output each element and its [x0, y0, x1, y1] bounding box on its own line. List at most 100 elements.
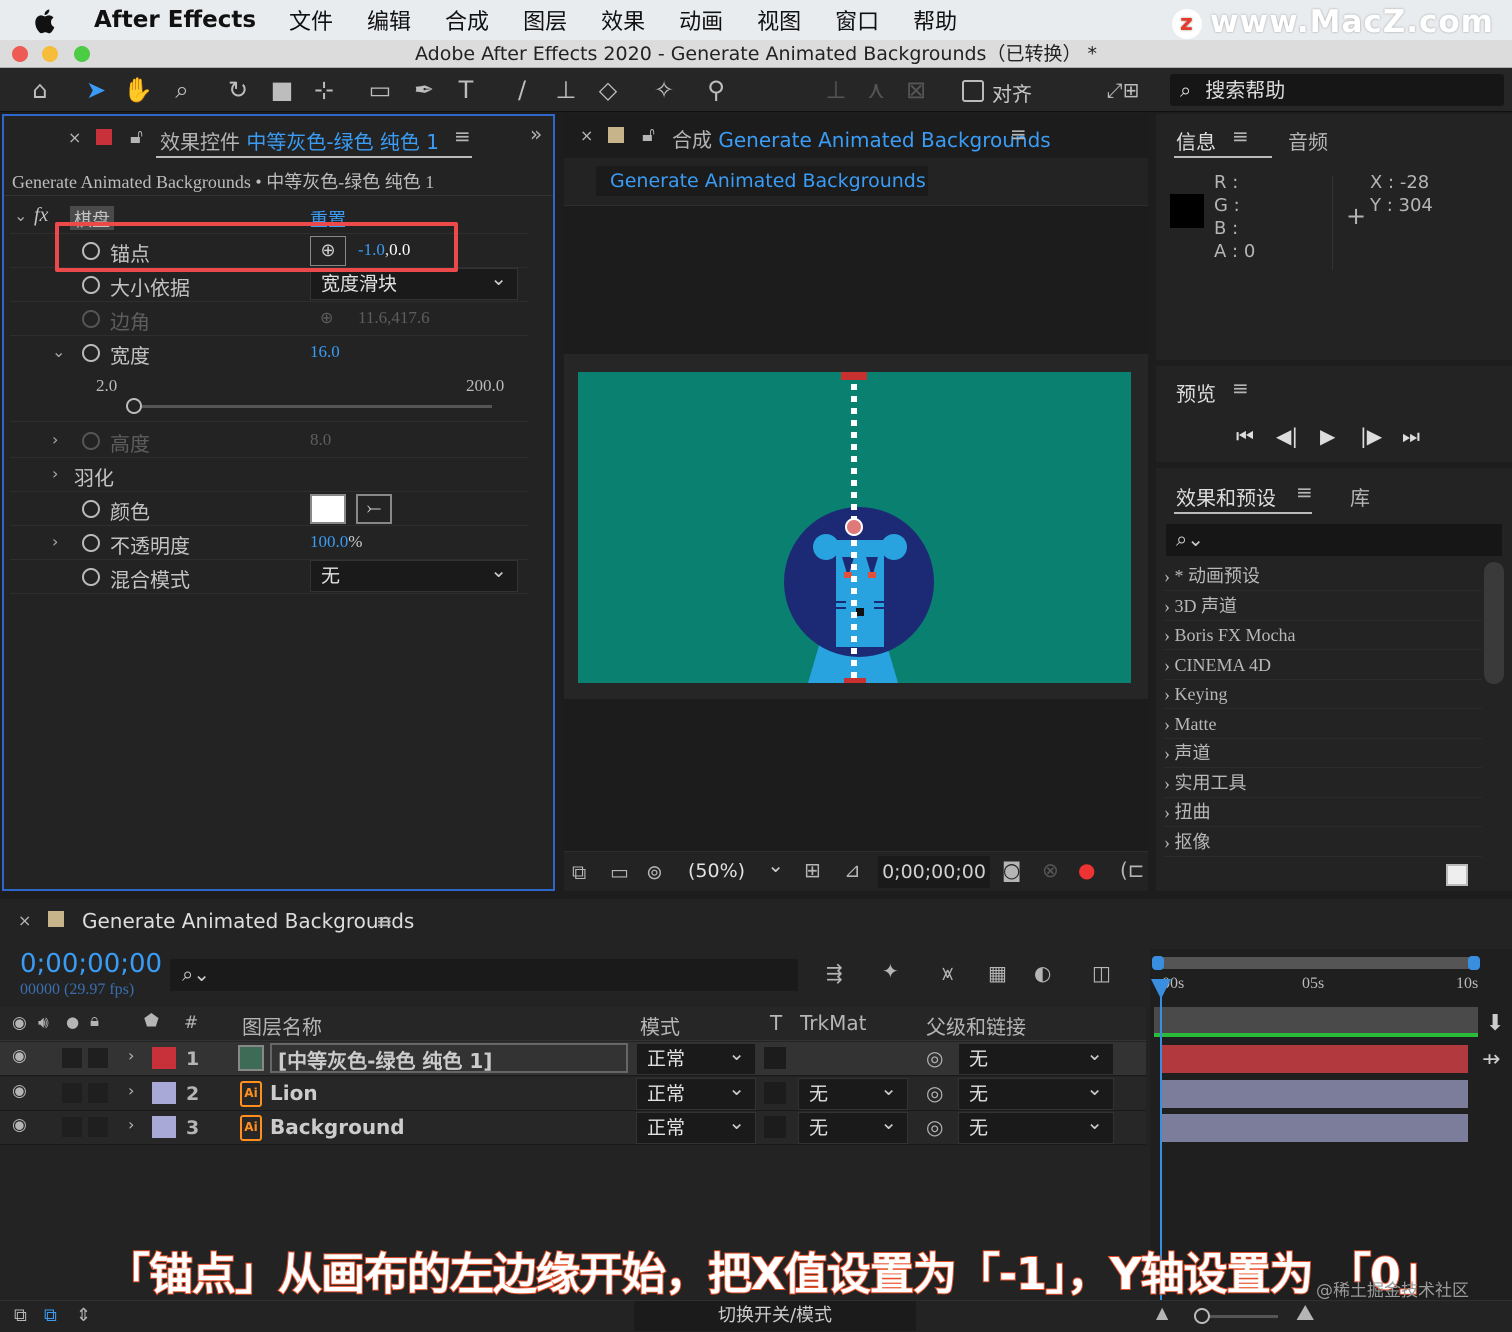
hand-tool-icon[interactable]: ✋ — [122, 74, 154, 106]
minimize-window-button[interactable] — [42, 46, 58, 62]
solo-toggle[interactable] — [62, 1082, 82, 1103]
scrollbar-thumb[interactable] — [1484, 562, 1504, 684]
stopwatch-icon[interactable] — [82, 500, 100, 518]
close-panel-icon[interactable]: × — [580, 126, 593, 145]
panel-menu-icon[interactable]: ≡ — [1010, 122, 1027, 146]
expand-chevron-icon[interactable]: › — [1164, 596, 1175, 616]
effects-category-item[interactable]: › Keying — [1164, 680, 1482, 709]
transfer-controls-icon[interactable]: ⧉ — [44, 1305, 57, 1326]
collapse-width-icon[interactable]: ⌄ — [52, 342, 65, 361]
label-header-icon[interactable]: ⬟ — [144, 1011, 159, 1031]
expand-panels-icon[interactable]: » — [530, 122, 542, 146]
effects-category-item[interactable]: › * 动画预设 — [1164, 562, 1482, 591]
layer-mode-dropdown[interactable]: 正常 — [636, 1038, 756, 1075]
effects-presets-tab[interactable]: 效果和预设 — [1176, 482, 1276, 511]
menu-layer[interactable]: 图层 — [523, 4, 567, 36]
panel-menu-icon[interactable]: ≡ — [376, 909, 393, 933]
panel-menu-icon[interactable]: ≡ — [454, 124, 471, 148]
pickwhip-icon[interactable]: ◎ — [926, 1081, 943, 1105]
work-area-bar[interactable] — [1154, 957, 1476, 969]
visibility-eye-icon[interactable]: ◉ — [12, 1081, 27, 1101]
home-icon[interactable]: ⌂ — [24, 74, 56, 106]
comp-canvas[interactable] — [578, 372, 1131, 683]
timeline-timecode[interactable]: 0;00;00;00 — [20, 949, 162, 979]
expand-chevron-icon[interactable]: › — [1164, 566, 1175, 586]
parent-dropdown[interactable]: 无 — [958, 1107, 1114, 1144]
collapse-effect-icon[interactable]: ⌄ — [14, 206, 27, 225]
menu-effect[interactable]: 效果 — [601, 4, 645, 36]
trkmat-dropdown[interactable]: 无 — [798, 1107, 908, 1144]
expand-chevron-icon[interactable]: › — [1164, 802, 1175, 822]
expand-chevron-icon[interactable]: › — [1164, 684, 1175, 704]
menu-animation[interactable]: 动画 — [679, 4, 723, 36]
close-panel-icon[interactable]: × — [18, 911, 31, 930]
new-folder-icon[interactable] — [1446, 864, 1468, 886]
expand-chevron-icon[interactable]: › — [1164, 655, 1175, 675]
menu-window[interactable]: 窗口 — [835, 4, 879, 36]
eye-header-icon[interactable]: ◉ — [12, 1013, 27, 1033]
comp-subtab[interactable]: Generate Animated Backgrounds — [596, 166, 928, 196]
table-row[interactable]: ◉ › 2 Ai Lion 正常 无 ◎ 无 — [0, 1073, 1146, 1111]
mask-visibility-icon[interactable]: ⊿ — [844, 858, 861, 882]
layer-mode-dropdown[interactable]: 正常 — [636, 1073, 756, 1110]
layer-duration-bar[interactable] — [1162, 1114, 1468, 1142]
visibility-eye-icon[interactable]: ◉ — [12, 1115, 27, 1135]
composition-tab[interactable]: 合成 Generate Animated Backgrounds — [672, 124, 1051, 153]
parent-dropdown[interactable]: 无 — [958, 1073, 1114, 1110]
comp-button-icon[interactable]: ⇸ — [1482, 1047, 1500, 1072]
expand-layer-icon[interactable]: › — [128, 1115, 134, 1134]
effects-category-item[interactable]: › Boris FX Mocha — [1164, 621, 1482, 650]
layer-name[interactable]: Lion — [270, 1081, 318, 1105]
lock-header-icon[interactable]: 🔒︎ — [90, 1011, 99, 1031]
effect-controls-tab[interactable]: 效果控件 中等灰色-绿色 纯色 1 — [160, 126, 439, 155]
zoom-in-icon[interactable]: ⛰ — [1296, 1301, 1314, 1326]
grid-icon[interactable]: ⊞ — [804, 858, 821, 882]
last-frame-icon[interactable]: ⏭ — [1402, 424, 1420, 448]
layer-label-color[interactable] — [152, 1081, 176, 1104]
width-slider-knob[interactable] — [126, 398, 142, 414]
close-panel-icon[interactable]: × — [68, 128, 81, 147]
rectangle-tool-icon[interactable]: ▭ — [364, 74, 396, 106]
stopwatch-icon[interactable] — [82, 432, 100, 450]
preserve-transparency-toggle[interactable] — [764, 1116, 786, 1138]
layer-switches-icon[interactable]: ⧉ — [14, 1305, 27, 1326]
pan-behind-tool-icon[interactable]: ⊹ — [308, 74, 340, 106]
comp-timecode[interactable]: 0;00;00;00 — [878, 856, 990, 888]
stopwatch-icon[interactable] — [82, 310, 100, 328]
fx-toggle[interactable]: fx — [34, 204, 48, 227]
stopwatch-icon[interactable] — [82, 344, 100, 362]
align-checkbox[interactable] — [962, 80, 984, 102]
show-snapshot-icon[interactable]: ⊗ — [1042, 858, 1059, 882]
trkmat-dropdown[interactable]: 无 — [798, 1073, 908, 1110]
solo-toggle[interactable] — [62, 1117, 82, 1137]
prop-height-value[interactable]: 8.0 — [310, 430, 331, 450]
region-icon[interactable]: (⊏ — [1120, 858, 1145, 882]
work-area-start-handle[interactable] — [1152, 956, 1164, 970]
timeline-search-input[interactable]: ⌕⌄ — [170, 959, 798, 991]
brush-tool-icon[interactable]: / — [506, 74, 538, 106]
motion-blur-icon[interactable]: ◐ — [1034, 961, 1051, 985]
lock-icon[interactable]: 🔓︎ — [642, 122, 655, 146]
lock-toggle[interactable] — [88, 1082, 108, 1103]
stopwatch-icon[interactable] — [82, 534, 100, 552]
layer-label-color[interactable] — [152, 1116, 176, 1138]
eraser-tool-icon[interactable]: ◇ — [592, 74, 624, 106]
comp-mini-flowchart-icon[interactable]: ⇶ — [826, 961, 843, 985]
menu-edit[interactable]: 编辑 — [367, 4, 411, 36]
width-slider-track[interactable] — [126, 398, 492, 414]
prop-opacity-value[interactable]: 100.0% — [310, 532, 362, 552]
zoom-slider[interactable] — [1198, 1315, 1278, 1318]
blend-mode-dropdown[interactable]: 无 — [310, 555, 518, 592]
library-tab[interactable]: 库 — [1350, 482, 1370, 511]
table-row[interactable]: ◉ › 1 [中等灰色-绿色 纯色 1] 正常 ◎ 无 — [0, 1038, 1146, 1076]
axis-view-icon[interactable]: ⊠ — [900, 74, 932, 106]
parent-dropdown[interactable]: 无 — [958, 1038, 1114, 1075]
size-from-dropdown[interactable]: 宽度滑块 — [310, 263, 518, 300]
hide-shy-layers-icon[interactable]: ⩙ — [942, 961, 953, 985]
color-swatch[interactable] — [310, 494, 346, 524]
expand-chevron-icon[interactable]: › — [1164, 773, 1175, 793]
lock-icon[interactable]: 🔓︎ — [130, 124, 143, 148]
draft-3d-icon[interactable]: ✦ — [882, 959, 899, 983]
solo-toggle[interactable] — [62, 1048, 82, 1068]
preserve-transparency-toggle[interactable] — [764, 1081, 786, 1104]
